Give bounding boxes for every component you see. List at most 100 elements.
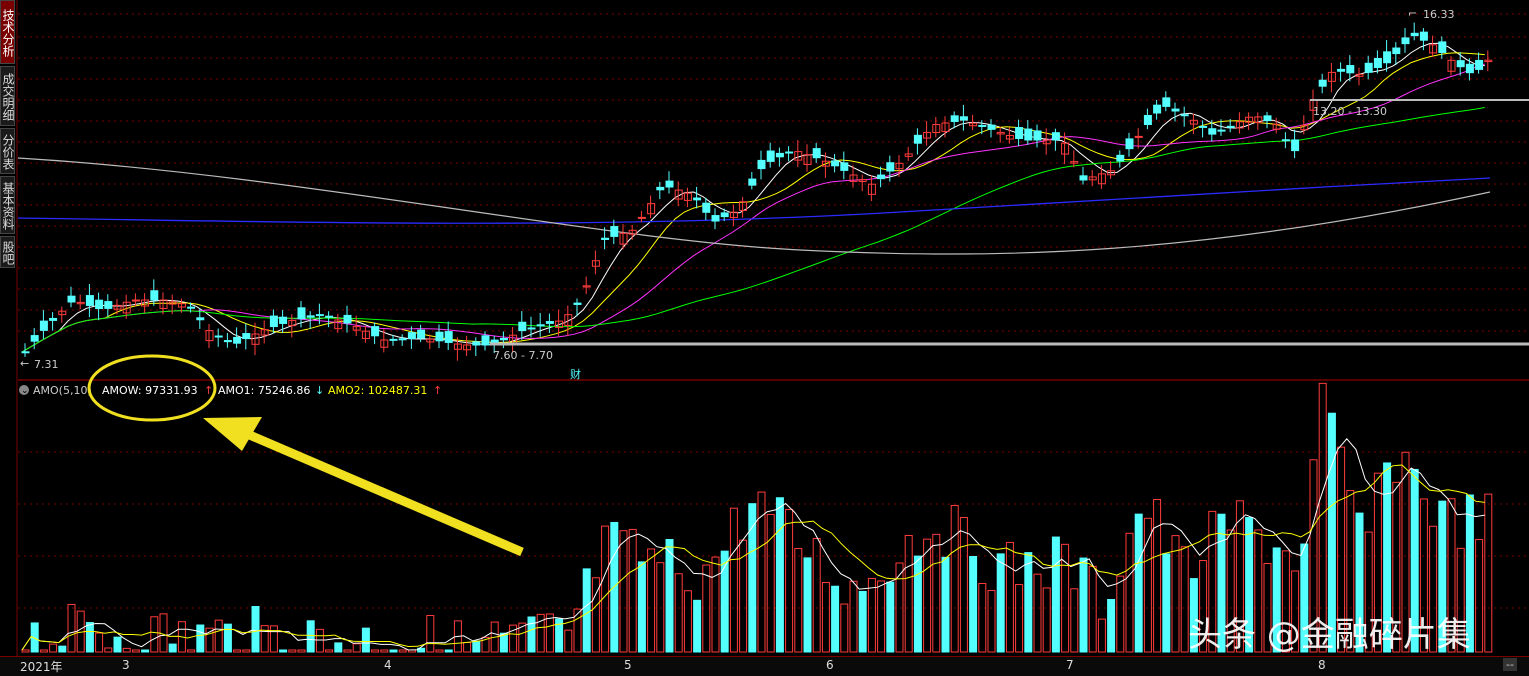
volume-bar	[380, 649, 389, 653]
candle-body	[104, 301, 113, 309]
volume-bar	[969, 555, 978, 653]
volume-bar	[656, 562, 665, 653]
high-price-label: 16.33	[1423, 8, 1455, 21]
volume-bar	[113, 636, 122, 653]
candle-body	[702, 202, 711, 213]
time-axis: 2021年 3 4 5 6 7 8 --	[0, 656, 1529, 676]
volume-bar	[1088, 565, 1097, 653]
financial-report-marker[interactable]: 财	[570, 367, 581, 381]
volume-bar	[1143, 517, 1152, 653]
candle-body	[233, 336, 242, 344]
volume-bar	[1079, 557, 1088, 653]
candle-body	[1171, 108, 1180, 112]
volume-bar	[1484, 493, 1493, 653]
indicator-name[interactable]: AMO(5,10)	[33, 384, 92, 397]
candle-body	[840, 162, 849, 171]
candle-body	[95, 299, 104, 310]
volume-bar	[223, 623, 232, 653]
candle-body	[601, 237, 610, 240]
candle-body	[279, 316, 288, 324]
ma20-line	[21, 63, 1485, 353]
volume-bar	[1033, 573, 1042, 653]
candle-body	[435, 331, 444, 342]
amo2-value: AMO2: 102487.31	[328, 384, 427, 397]
volume-bar	[1134, 513, 1143, 653]
volume-bar	[472, 640, 481, 653]
candle-body	[306, 315, 315, 318]
volume-bar	[306, 620, 315, 653]
candle-body	[1465, 63, 1474, 74]
volume-bar	[932, 533, 941, 653]
range-low-label: 7.60 - 7.70	[493, 349, 553, 362]
candle-body	[472, 341, 481, 346]
volume-bar	[573, 608, 582, 653]
candle-body	[1281, 139, 1290, 142]
candle-body	[407, 332, 416, 340]
candle-body	[913, 134, 922, 144]
candle-body	[1162, 97, 1171, 107]
candle-body	[1153, 104, 1162, 114]
candle-body	[214, 335, 223, 338]
candle-body	[665, 180, 674, 188]
candle-body	[748, 178, 757, 186]
ma5-line	[21, 42, 1485, 353]
candle-body	[1318, 79, 1327, 87]
volume-bar	[628, 528, 637, 653]
volume-bar	[637, 561, 646, 653]
volume-bar	[803, 557, 812, 653]
volume-bar	[398, 649, 407, 653]
volume-bar	[1171, 535, 1180, 653]
candle-body	[987, 124, 996, 130]
volume-bar	[545, 613, 554, 653]
candle-body	[85, 295, 94, 306]
volume-bar	[867, 577, 876, 653]
volume-bar	[1125, 532, 1134, 653]
candle-body	[196, 317, 205, 321]
volume-bar	[361, 627, 370, 653]
volume-bar	[251, 606, 260, 653]
volume-bar	[1318, 382, 1327, 653]
candle-body	[481, 335, 490, 346]
volume-bar	[269, 625, 278, 653]
candle-body	[1015, 127, 1024, 140]
candle-body	[1263, 115, 1272, 122]
candle-body	[389, 338, 398, 341]
candle-body	[978, 124, 987, 127]
candle-body	[1226, 125, 1235, 128]
volume-bar	[141, 649, 150, 653]
candle-body	[757, 159, 766, 170]
volume-bar	[444, 649, 453, 653]
volume-bar	[426, 615, 435, 653]
volume-bar	[1024, 552, 1033, 653]
candle-body	[877, 174, 886, 180]
candle-body	[1199, 125, 1208, 128]
candle-body	[518, 321, 527, 332]
volume-bar	[886, 581, 895, 653]
volume-bar	[849, 580, 858, 653]
candle-body	[886, 162, 895, 172]
candle-body	[1051, 132, 1060, 141]
volume-bar	[1042, 587, 1051, 653]
candle-body	[30, 335, 39, 342]
volume-bar	[233, 649, 242, 653]
volume-bar	[85, 622, 94, 653]
candle-body	[1373, 58, 1382, 69]
volume-bar	[352, 643, 361, 653]
volume-bar	[978, 582, 987, 653]
candle-body	[1419, 31, 1428, 41]
volume-bar	[785, 509, 794, 653]
volume-bar	[693, 599, 702, 653]
stock-chart[interactable]: ← 7.31 ⌐ 16.33 7.60 - 7.70 13.20 - 13.30…	[0, 0, 1529, 656]
volume-bar	[1005, 541, 1014, 653]
candle-body	[1337, 68, 1346, 72]
axis-corner-button[interactable]: --	[1503, 658, 1517, 671]
candle-body	[1217, 129, 1226, 132]
volume-bar	[39, 649, 48, 653]
amo1-arrow: ↓	[315, 384, 324, 397]
candle-body	[150, 290, 159, 301]
candle-body	[720, 212, 729, 218]
candle-body	[1033, 130, 1042, 141]
volume-bar	[334, 642, 343, 653]
candle-body	[1024, 128, 1033, 141]
candle-body	[242, 333, 251, 340]
